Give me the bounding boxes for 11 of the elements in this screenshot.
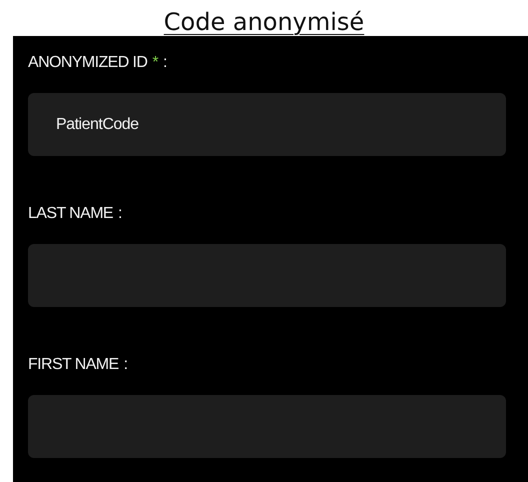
input-field[interactable]: PatientCode (28, 93, 506, 156)
required-mark: * (152, 53, 158, 73)
label-colon: : (118, 204, 122, 224)
field-label: ANONYMIZED ID (28, 53, 148, 73)
label-colon: : (162, 53, 167, 73)
label-colon: : (124, 355, 128, 375)
field-label: LAST NAME (28, 204, 113, 224)
section-title: Code anonymisé (162, 7, 366, 36)
field-label: FIRST NAME (28, 355, 119, 375)
input-field[interactable] (28, 244, 506, 307)
input-field[interactable] (28, 395, 506, 458)
